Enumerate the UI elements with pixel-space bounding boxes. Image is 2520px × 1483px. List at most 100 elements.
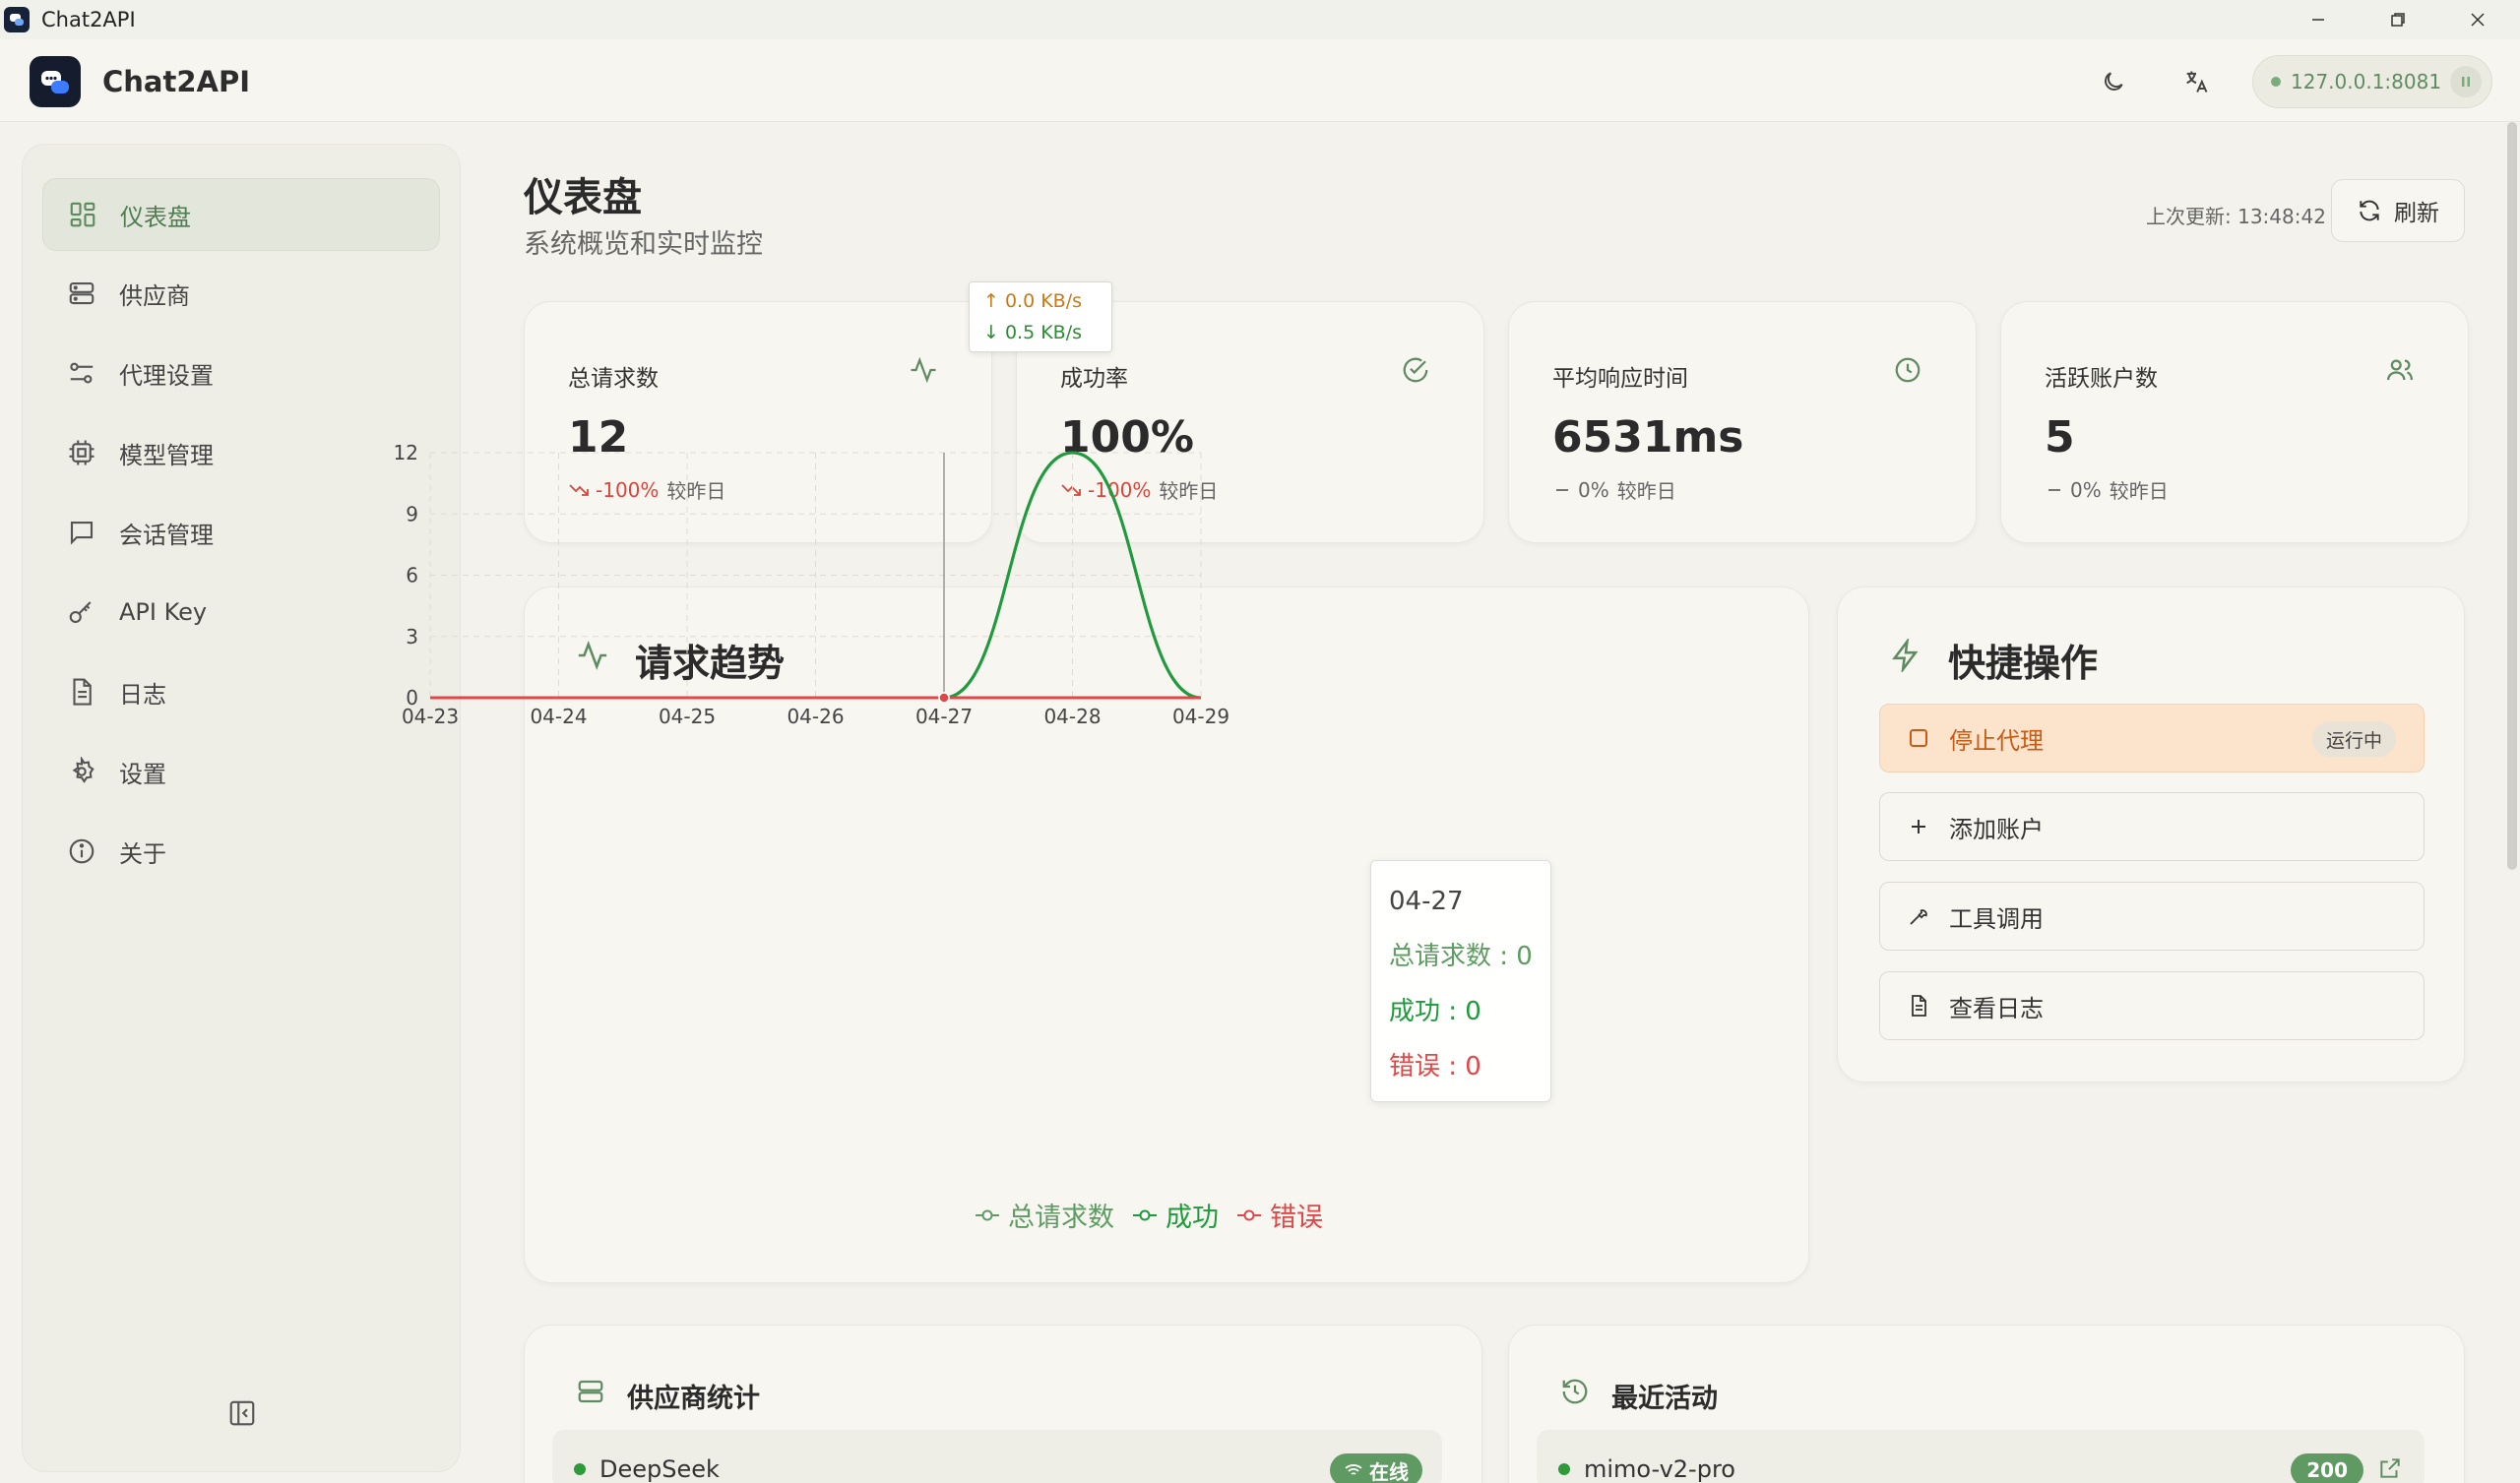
stat-card-avg-response: 平均响应时间 6531ms 0% 较昨日 [1508, 301, 1977, 543]
stat-delta: 0% 较昨日 [1552, 475, 1676, 504]
zap-icon [1889, 639, 1924, 674]
stat-delta-suffix: 较昨日 [666, 479, 726, 503]
sidebar-item-label: 会话管理 [119, 521, 214, 549]
info-icon [64, 834, 99, 869]
status-badge: 在线 [1330, 1453, 1422, 1483]
series-point-2 [938, 692, 950, 704]
tooltip-total: 总请求数 : 0 [1389, 942, 1533, 971]
y-tick-label: 3 [406, 625, 418, 649]
last-update-text: 上次更新: 13:48:42 [2146, 205, 2326, 228]
check-circle-icon [1399, 353, 1432, 387]
restore-button[interactable] [2359, 0, 2437, 39]
legend-line-icon [1237, 1209, 1261, 1220]
sidebar-item-label: 日志 [119, 680, 166, 709]
stat-label: 总请求数 [568, 366, 659, 392]
sidebar-item-dashboard[interactable]: 仪表盘 [42, 178, 440, 251]
x-tick-label: 04-26 [787, 705, 844, 728]
legend-item-success[interactable]: 成功 [1132, 1196, 1219, 1234]
grid-icon [65, 197, 100, 232]
stat-card-total-requests: 总请求数 12 -100% 较昨日 [524, 301, 992, 543]
message-icon [64, 515, 99, 550]
pause-server-button[interactable] [2450, 66, 2482, 97]
quick-actions-card: 快捷操作 停止代理 运行中 添加账户 工具调用 查看日志 [1837, 587, 2465, 1082]
legend-item-error[interactable]: 错误 [1236, 1196, 1323, 1234]
stat-label: 活跃账户数 [2045, 366, 2158, 392]
language-button[interactable] [2174, 61, 2219, 102]
window-title: Chat2API [41, 8, 136, 31]
activity-model-name: mimo-v2-pro [1584, 1455, 1735, 1483]
network-speed-tooltip: ↑ 0.0 KB/s ↓ 0.5 KB/s [969, 281, 1112, 352]
sidebar-item-logs[interactable]: 日志 [42, 655, 440, 728]
server-status-pill: 127.0.0.1:8081 [2252, 55, 2492, 108]
status-code-badge: 200 [2291, 1453, 2363, 1483]
users-icon [2383, 353, 2417, 387]
stat-card-active-accounts: 活跃账户数 5 0% 较昨日 [2000, 301, 2469, 543]
sidebar-item-api-key[interactable]: API Key [42, 576, 440, 649]
provider-row[interactable]: DeepSeek 在线 [552, 1430, 1442, 1483]
sliders-icon [64, 355, 99, 391]
view-logs-button[interactable]: 查看日志 [1879, 971, 2425, 1040]
stat-delta-suffix: 较昨日 [1616, 479, 1676, 503]
refresh-button[interactable]: 刷新 [2331, 179, 2465, 242]
trend-down-icon [1061, 483, 1081, 496]
legend-item-total[interactable]: 总请求数 [975, 1196, 1114, 1234]
minimize-button[interactable] [2279, 0, 2358, 39]
page-title: 仪表盘 [524, 175, 642, 220]
sidebar-collapse-button[interactable] [225, 1396, 259, 1430]
sidebar-item-providers[interactable]: 供应商 [42, 257, 440, 330]
sidebar-item-about[interactable]: 关于 [42, 815, 440, 888]
status-dot [1558, 1463, 1570, 1475]
pause-icon [2462, 77, 2470, 87]
status-dot [574, 1463, 586, 1475]
activity-icon [907, 353, 940, 387]
action-label: 停止代理 [1949, 726, 2044, 755]
server-status-dot [2271, 77, 2281, 87]
close-button[interactable] [2438, 0, 2517, 39]
x-tick-label: 04-24 [530, 705, 587, 728]
y-tick-label: 6 [406, 564, 418, 587]
stat-value: 12 [568, 412, 629, 463]
stat-delta-suffix: 较昨日 [1159, 479, 1219, 503]
server-address: 127.0.0.1:8081 [2291, 70, 2442, 93]
moon-icon [2105, 72, 2123, 91]
stop-proxy-button[interactable]: 停止代理 运行中 [1879, 704, 2425, 772]
stat-delta: 0% 较昨日 [2045, 475, 2169, 504]
action-label: 添加账户 [1949, 815, 2044, 843]
sidebar-item-settings[interactable]: 设置 [42, 735, 440, 808]
add-account-button[interactable]: 添加账户 [1879, 792, 2425, 861]
app-header: Chat2API 127.0.0.1:8081 [0, 39, 2520, 122]
action-label: 查看日志 [1949, 994, 2044, 1022]
plus-icon [1904, 812, 1933, 841]
tool-calling-button[interactable]: 工具调用 [1879, 882, 2425, 951]
activity-row[interactable]: mimo-v2-pro 200 [1537, 1430, 2425, 1483]
tooltip-date: 04-27 [1389, 887, 1464, 916]
external-link-icon[interactable] [2377, 1455, 2405, 1483]
stat-delta: -100% 较昨日 [1060, 475, 1218, 504]
sidebar-item-label: 设置 [119, 760, 166, 788]
sidebar: 仪表盘 供应商 代理设置 模型管理 会话管理 API Key 日志 设置 关于 [22, 144, 461, 1472]
server-icon [64, 276, 99, 311]
stat-delta-value: 0% [2070, 477, 2102, 502]
sidebar-item-models[interactable]: 模型管理 [42, 416, 440, 489]
sidebar-item-label: API Key [119, 598, 208, 626]
brand-name: Chat2API [102, 65, 251, 98]
chip-icon [64, 435, 99, 470]
stat-label: 平均响应时间 [1552, 366, 1688, 392]
app-icon [4, 7, 30, 32]
stat-delta: -100% 较昨日 [568, 475, 725, 504]
running-status-badge: 运行中 [2311, 721, 2396, 757]
brand-logo [30, 56, 81, 107]
panel-collapse-icon [229, 1400, 255, 1426]
theme-toggle-button[interactable] [2091, 61, 2136, 102]
tooltip-error: 错误 : 0 [1389, 1052, 1481, 1081]
recent-activity-card: 最近活动 mimo-v2-pro 200 [1508, 1325, 2465, 1483]
x-tick-label: 04-23 [402, 705, 459, 728]
sidebar-item-sessions[interactable]: 会话管理 [42, 496, 440, 569]
page-scrollbar[interactable] [2507, 122, 2517, 870]
window-titlebar: Chat2API [0, 0, 2520, 39]
stat-delta-suffix: 较昨日 [2109, 479, 2169, 503]
y-tick-label: 12 [394, 441, 418, 464]
sidebar-item-proxy-settings[interactable]: 代理设置 [42, 337, 440, 409]
server-icon [576, 1377, 607, 1408]
chart-tooltip: 04-27 总请求数 : 0 成功 : 0 错误 : 0 [1370, 860, 1551, 1102]
